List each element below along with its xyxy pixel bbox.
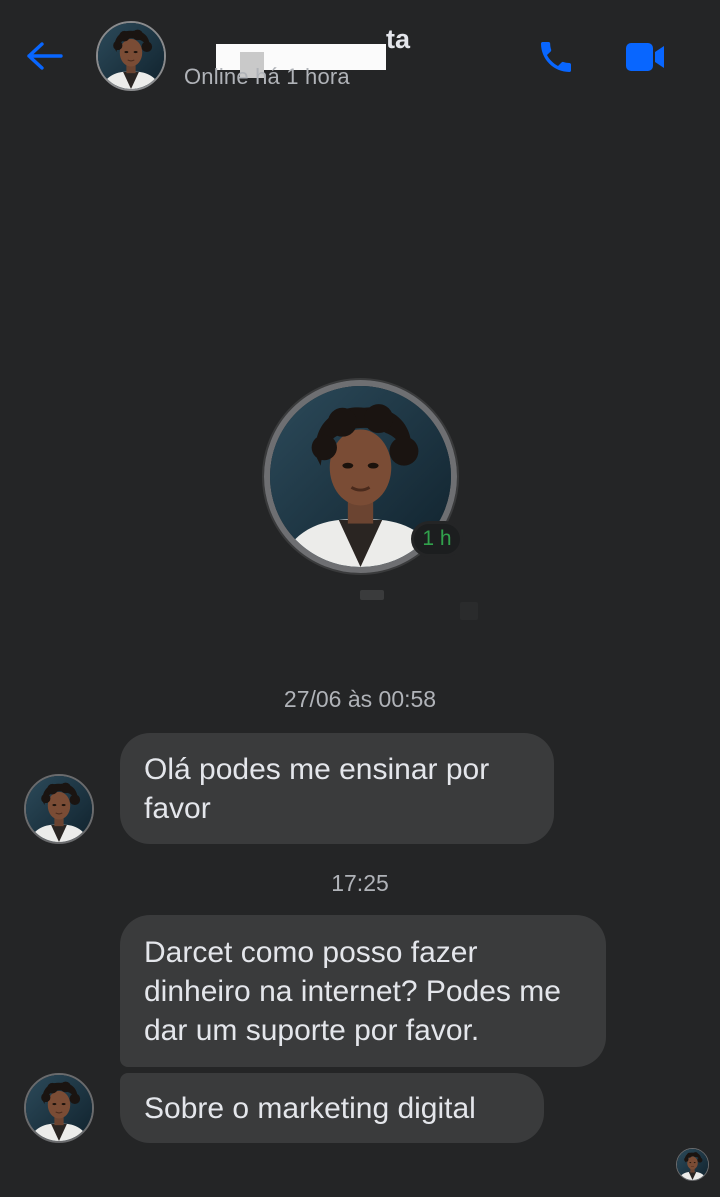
conversation-header: ta Online há 1 hora [0,0,720,110]
phone-icon [541,42,571,72]
message-timestamp: 27/06 às 00:58 [283,686,437,712]
arrow-left-icon [27,42,63,70]
message-text: Olá podes me ensinar por favor [144,753,490,825]
back-button[interactable] [22,36,66,76]
video-call-button[interactable] [620,34,670,80]
video-camera-icon [626,43,664,71]
message-bubble[interactable]: Sobre o marketing digital [120,1073,544,1143]
contact-status: Online há 1 hora [184,64,350,89]
contact-avatar[interactable] [96,21,166,91]
redaction-block [360,590,384,600]
voice-call-button[interactable] [532,34,580,80]
sender-avatar[interactable] [24,1073,94,1143]
sender-avatar[interactable] [24,774,94,844]
message-text: Sobre o marketing digital [144,1092,476,1125]
seen-receipt-avatar [676,1148,709,1181]
message-timestamp: 17:25 [331,870,389,896]
message-bubble[interactable]: Olá podes me ensinar por favor [120,733,554,844]
redaction-block [460,602,478,620]
active-status-badge: 1 h [411,521,463,557]
message-bubble[interactable]: Darcet como posso fazer dinheiro na inte… [120,915,606,1067]
message-text: Darcet como posso fazer dinheiro na inte… [144,936,561,1047]
